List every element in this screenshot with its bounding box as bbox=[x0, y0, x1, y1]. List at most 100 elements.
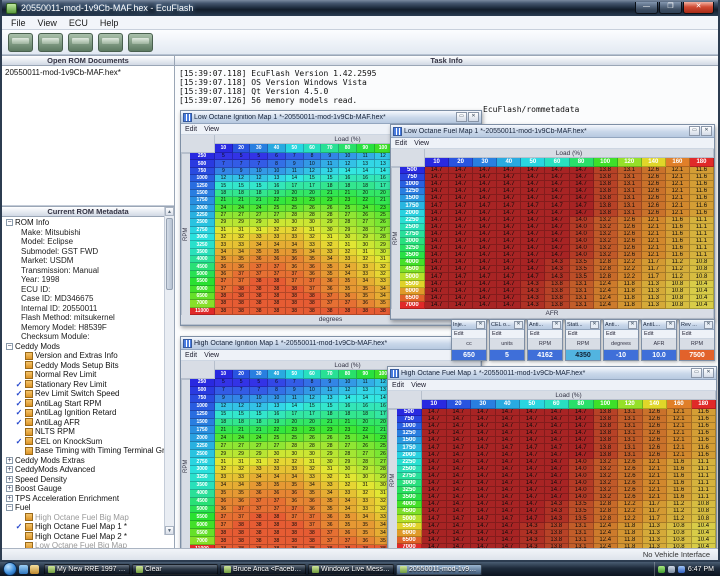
map-cell[interactable]: 15 bbox=[304, 403, 322, 411]
map-cell[interactable]: 37 bbox=[215, 278, 233, 285]
scalar-window-titlebar[interactable]: Inje...✕ bbox=[452, 320, 486, 330]
menu-edit[interactable]: Edit bbox=[566, 330, 600, 339]
rpm-axis-cell[interactable]: 6500 bbox=[190, 293, 215, 300]
map-cell[interactable]: 14.7 bbox=[569, 409, 594, 416]
map-cell[interactable]: 14.7 bbox=[447, 416, 472, 423]
map-cell[interactable]: 13.1 bbox=[618, 195, 642, 202]
map-cell[interactable]: 14.7 bbox=[497, 245, 521, 252]
map-cell[interactable]: 23 bbox=[321, 426, 339, 434]
map-cell[interactable]: 14.7 bbox=[497, 231, 521, 238]
tree-item[interactable]: Base Timing with Timing Terminal Grounde… bbox=[2, 446, 174, 456]
load-axis-cell[interactable]: 20 bbox=[233, 144, 251, 153]
rpm-axis-cell[interactable]: 2750 bbox=[190, 458, 215, 466]
map-cell[interactable]: 25 bbox=[339, 434, 357, 442]
map-cell[interactable]: 14.7 bbox=[545, 174, 569, 181]
map-cell[interactable]: 12.8 bbox=[594, 515, 619, 522]
menu-edit[interactable]: Edit bbox=[528, 330, 562, 339]
map-cell[interactable]: 33 bbox=[357, 498, 375, 506]
map-cell[interactable]: 12.6 bbox=[642, 210, 666, 217]
map-cell[interactable]: 23 bbox=[286, 426, 304, 434]
map-cell[interactable]: 11 bbox=[321, 387, 339, 395]
map-cell[interactable]: 38 bbox=[286, 537, 304, 545]
map-cell[interactable]: 12.8 bbox=[594, 501, 619, 508]
rpm-axis-cell[interactable]: 5500 bbox=[190, 513, 215, 521]
map-cell[interactable]: 14.7 bbox=[425, 302, 449, 309]
map-cell[interactable]: 36 bbox=[304, 271, 322, 278]
map-cell[interactable]: 18 bbox=[233, 190, 251, 197]
map-cell[interactable]: 37 bbox=[250, 506, 268, 514]
map-cell[interactable]: 15 bbox=[304, 175, 322, 182]
map-cell[interactable]: 24 bbox=[233, 434, 251, 442]
map-cell[interactable]: 24 bbox=[215, 434, 233, 442]
scalar-window-titlebar[interactable]: AntiL...✕ bbox=[642, 320, 676, 330]
map-cell[interactable]: 30 bbox=[357, 241, 375, 248]
map-cell[interactable]: 14.7 bbox=[447, 494, 472, 501]
map-cell[interactable]: 16 bbox=[357, 403, 375, 411]
load-axis-cell[interactable]: 30 bbox=[471, 400, 496, 409]
load-axis-cell[interactable]: 180 bbox=[690, 158, 714, 167]
rpm-axis-cell[interactable]: 750 bbox=[397, 416, 422, 423]
map-cell[interactable]: 13.8 bbox=[594, 202, 618, 209]
map-cell[interactable]: 11.6 bbox=[666, 231, 690, 238]
map-cell[interactable]: 10 bbox=[250, 168, 268, 175]
map-cell[interactable]: 5 bbox=[250, 379, 268, 387]
map-cell[interactable]: 14 bbox=[357, 168, 375, 175]
map-cell[interactable]: 16 bbox=[339, 403, 357, 411]
map-cell[interactable]: 12.1 bbox=[642, 224, 666, 231]
map-cell[interactable]: 38 bbox=[268, 286, 286, 293]
rpm-axis-cell[interactable]: 2000 bbox=[400, 210, 425, 217]
menu-view[interactable]: View bbox=[204, 126, 219, 133]
map-cell[interactable]: 13.1 bbox=[570, 288, 594, 295]
map-cell[interactable]: 14.7 bbox=[496, 459, 521, 466]
map-cell[interactable]: 12.1 bbox=[667, 437, 692, 444]
map-cell[interactable]: 14.7 bbox=[471, 437, 496, 444]
map-cell[interactable]: 28 bbox=[339, 450, 357, 458]
rpm-axis-cell[interactable]: 5000 bbox=[400, 273, 425, 280]
map-cell[interactable]: 16 bbox=[357, 175, 375, 182]
map-cell[interactable]: 11.8 bbox=[618, 281, 642, 288]
map-cell[interactable]: 14.7 bbox=[422, 430, 447, 437]
rpm-axis-cell[interactable]: 7000 bbox=[397, 544, 422, 548]
rpm-axis-cell[interactable]: 2500 bbox=[190, 450, 215, 458]
map-cell[interactable]: 11.1 bbox=[690, 252, 714, 259]
map-cell[interactable]: 14.7 bbox=[471, 452, 496, 459]
map-cell[interactable]: 14.3 bbox=[545, 515, 570, 522]
map-cell[interactable]: 14.7 bbox=[520, 515, 545, 522]
map-cell[interactable]: 13.5 bbox=[569, 508, 594, 515]
map-cell[interactable]: 38 bbox=[304, 537, 322, 545]
map-cell[interactable]: 31 bbox=[357, 249, 375, 256]
rpm-axis-cell[interactable]: 1000 bbox=[397, 423, 422, 430]
map-cell[interactable]: 14.0 bbox=[570, 252, 594, 259]
map-cell[interactable]: 15 bbox=[250, 182, 268, 189]
map-cell[interactable]: 38 bbox=[215, 308, 233, 315]
map-cell[interactable]: 13.8 bbox=[594, 210, 618, 217]
map-cell[interactable]: 13.2 bbox=[594, 252, 618, 259]
map-cell[interactable]: 12.6 bbox=[643, 437, 668, 444]
map-cell[interactable]: 13.8 bbox=[545, 530, 570, 537]
map-cell[interactable]: 14.7 bbox=[545, 210, 569, 217]
map-cell[interactable]: 13.8 bbox=[545, 523, 570, 530]
map-cell[interactable]: 14.7 bbox=[545, 181, 569, 188]
rpm-axis-cell[interactable]: 3500 bbox=[190, 249, 215, 256]
map-cell[interactable]: 35 bbox=[339, 278, 357, 285]
map-cell[interactable]: 14.7 bbox=[449, 245, 473, 252]
map-cell[interactable]: 14.7 bbox=[545, 494, 570, 501]
close-icon[interactable]: ✕ bbox=[468, 112, 479, 122]
map-cell[interactable]: 13 bbox=[268, 403, 286, 411]
map-cell[interactable]: 33 bbox=[339, 490, 357, 498]
map-cell[interactable]: 10 bbox=[268, 395, 286, 403]
map-cell[interactable]: 10.8 bbox=[666, 281, 690, 288]
map-cell[interactable]: 10.4 bbox=[692, 530, 717, 537]
map-cell[interactable]: 14.7 bbox=[471, 459, 496, 466]
menu-edit[interactable]: Edit bbox=[642, 330, 676, 339]
map-cell[interactable]: 11.6 bbox=[690, 210, 714, 217]
map-cell[interactable]: 30 bbox=[321, 458, 339, 466]
map-cell[interactable]: 33 bbox=[304, 474, 322, 482]
map-cell[interactable]: 8 bbox=[268, 160, 286, 167]
rpm-axis-cell[interactable]: 2500 bbox=[400, 224, 425, 231]
map-cell[interactable]: 29 bbox=[215, 450, 233, 458]
map-cell[interactable]: 14.7 bbox=[471, 515, 496, 522]
map-cell[interactable]: 31 bbox=[339, 241, 357, 248]
map-cell[interactable]: 14.7 bbox=[496, 416, 521, 423]
map-cell[interactable]: 14.7 bbox=[425, 259, 449, 266]
